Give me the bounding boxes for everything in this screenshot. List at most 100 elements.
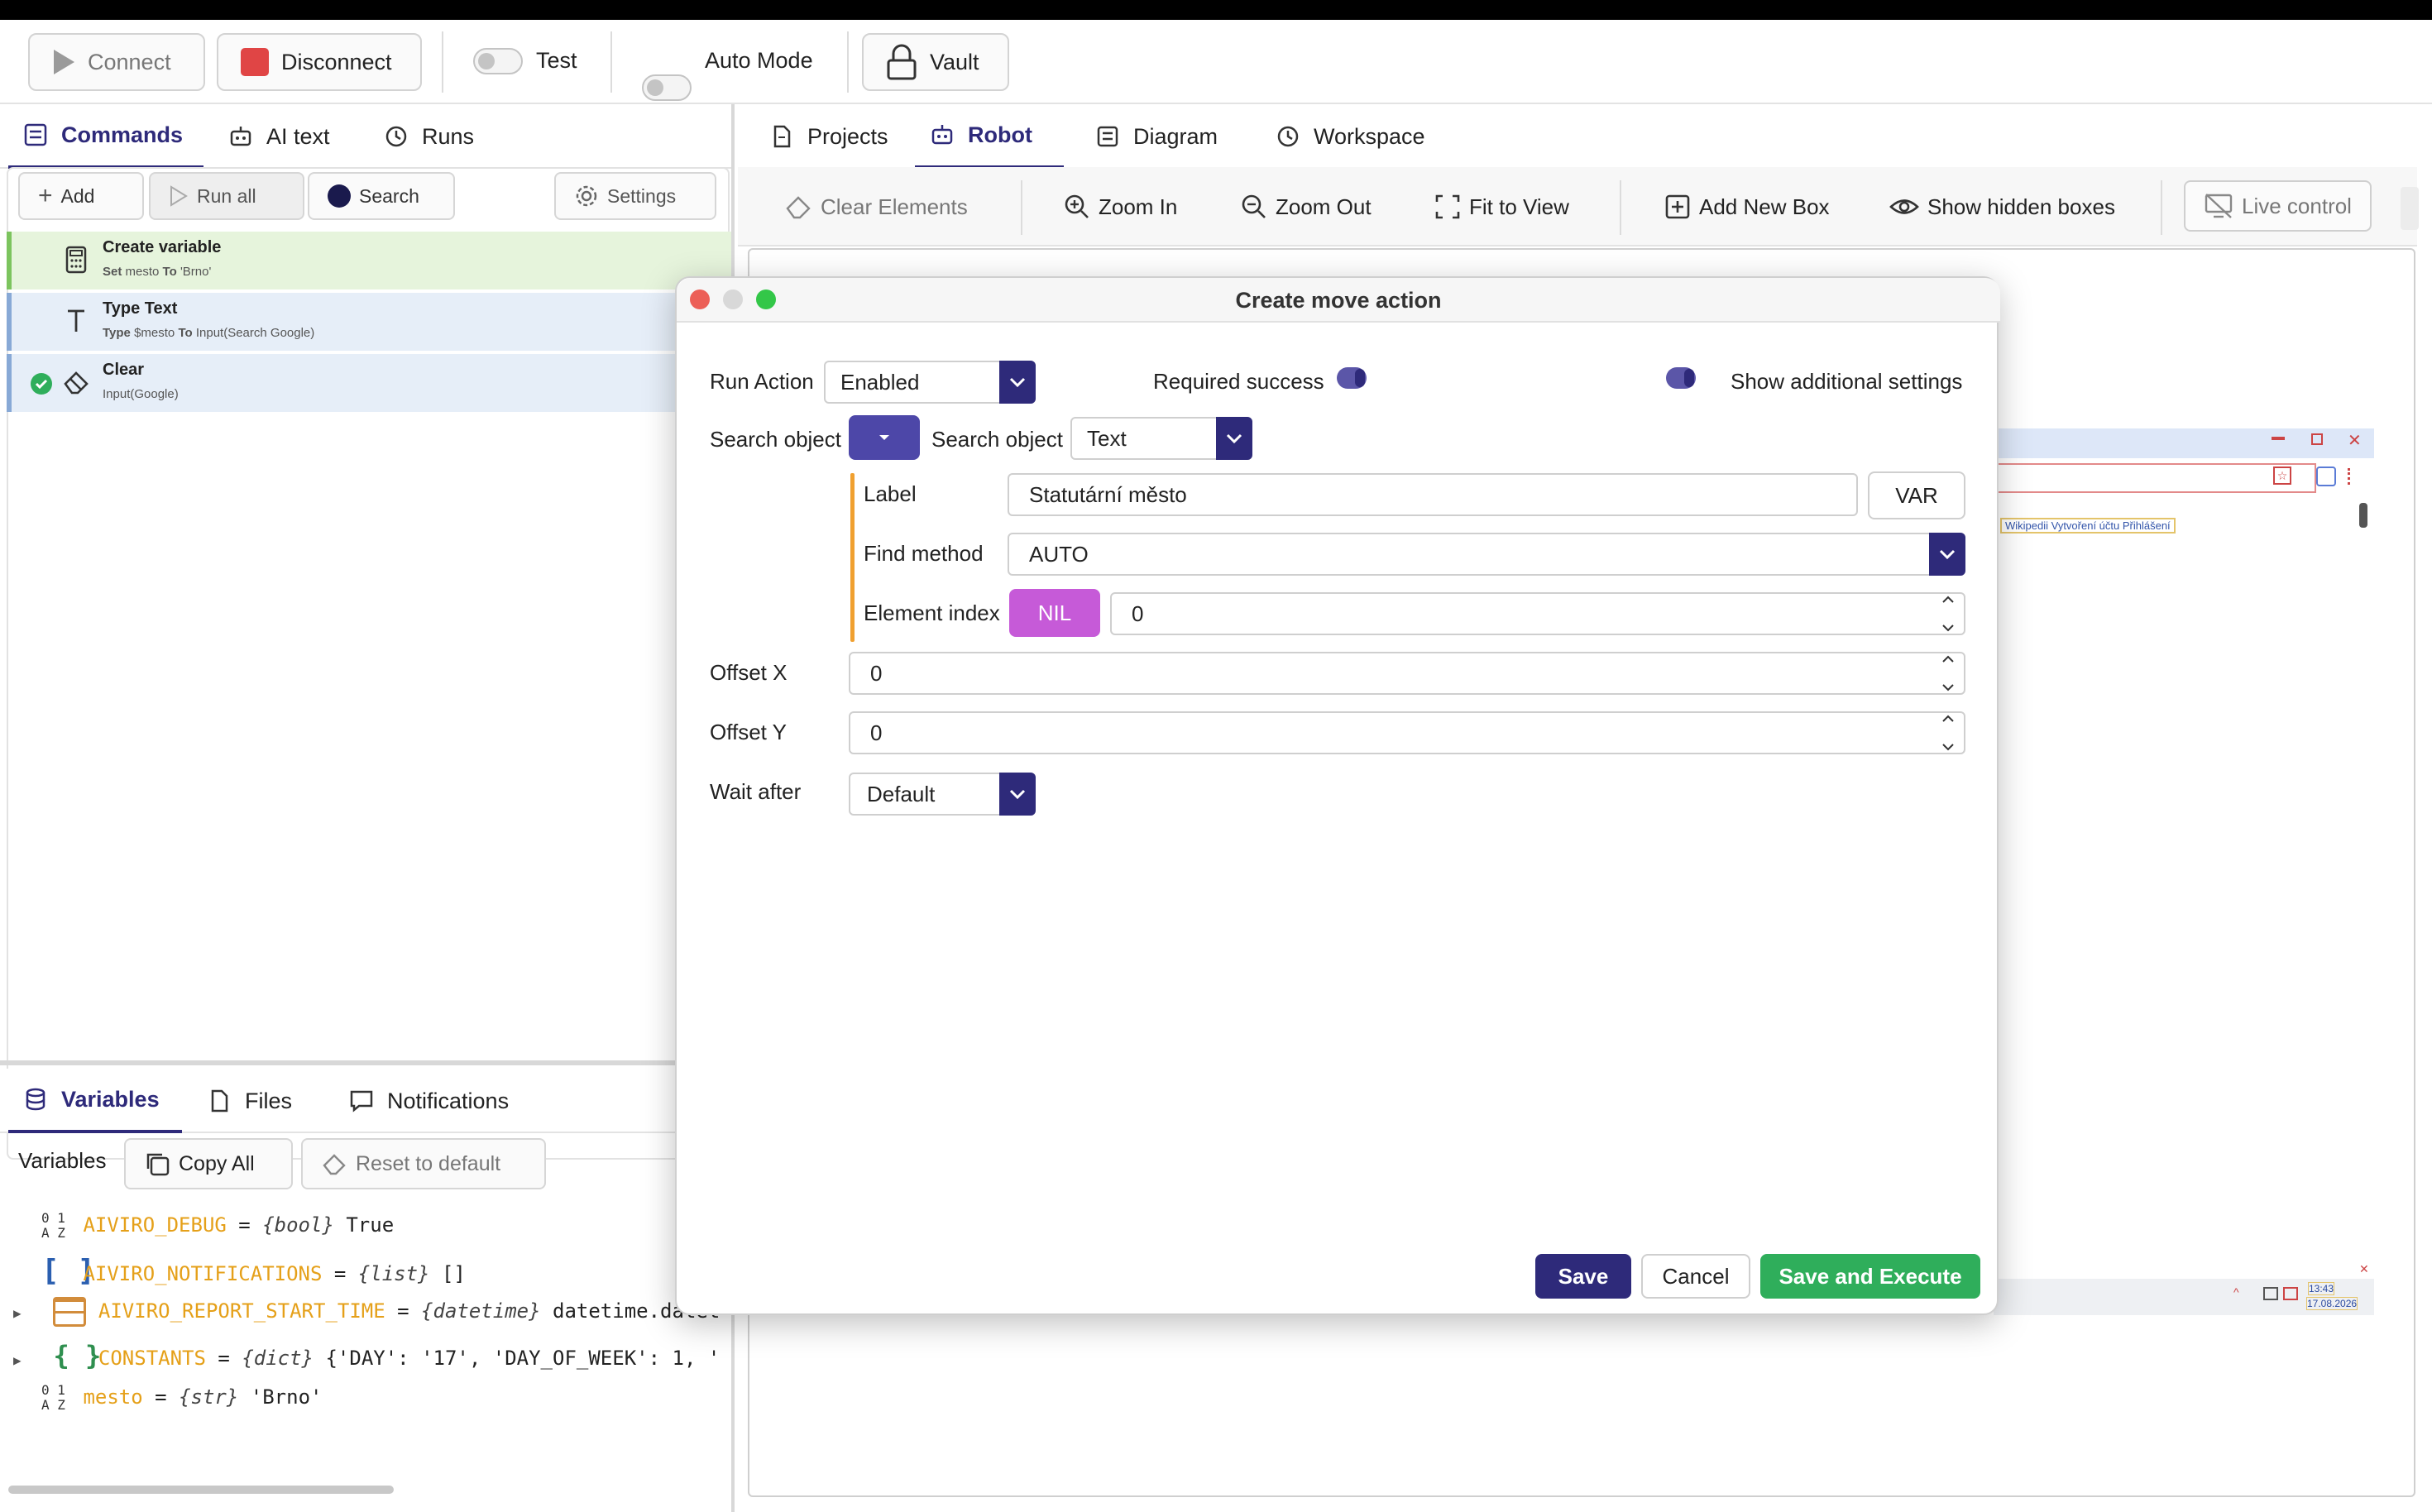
left-panel: Commands AI text Runs + Add Run all Sear… xyxy=(0,104,735,1512)
reset-to-default-button[interactable]: Reset to default xyxy=(301,1138,546,1189)
nil-button[interactable]: NIL xyxy=(1009,589,1100,637)
offset-y-label: Offset Y xyxy=(710,720,787,744)
canvas-clock-time: 13:43 xyxy=(2308,1282,2335,1295)
wait-after-select[interactable]: Default xyxy=(849,773,1036,816)
tab-diagram[interactable]: Diagram xyxy=(1080,104,1233,169)
canvas-clock-date: 17.08.2026 xyxy=(2306,1297,2358,1310)
test-label: Test xyxy=(536,48,577,73)
toolbar-overflow[interactable] xyxy=(2401,187,2419,230)
cancel-button[interactable]: Cancel xyxy=(1641,1254,1750,1299)
star-icon: ☆ xyxy=(2273,467,2291,485)
tray-arrow-icon: ^ xyxy=(2233,1285,2239,1299)
offset-y-input[interactable]: 0 xyxy=(849,711,1965,754)
variable-row[interactable]: [ ] AIVIRO_NOTIFICATIONS = {list} [] xyxy=(41,1254,466,1297)
tab-ai-text[interactable]: AI text xyxy=(213,104,345,169)
add-button[interactable]: + Add xyxy=(18,172,144,220)
tab-runs[interactable]: Runs xyxy=(369,104,489,169)
find-method-select[interactable]: AUTO xyxy=(1008,533,1965,576)
history-icon xyxy=(1277,126,1299,147)
stop-icon xyxy=(241,48,269,76)
window-close-button[interactable] xyxy=(690,289,710,309)
splitter[interactable] xyxy=(0,1060,731,1065)
settings-button[interactable]: Settings xyxy=(554,172,716,220)
stepper-icon[interactable] xyxy=(1937,596,1959,632)
search-button[interactable]: Search xyxy=(308,172,455,220)
window-zoom-button[interactable] xyxy=(756,289,776,309)
toolbar-divider xyxy=(1620,180,1621,235)
add-new-box-button[interactable]: Add New Box xyxy=(1664,182,1830,232)
toolbar-divider xyxy=(847,31,849,93)
wait-after-label: Wait after xyxy=(710,779,802,804)
stepper-icon[interactable] xyxy=(1937,715,1959,751)
toolbar-divider xyxy=(610,31,612,93)
search-object-type-select[interactable]: Text xyxy=(1070,417,1252,460)
save-button[interactable]: Save xyxy=(1535,1254,1631,1299)
list-item[interactable]: Clear Input(Google) xyxy=(7,354,731,412)
show-additional-settings-toggle[interactable] xyxy=(1664,366,1697,390)
variable-row[interactable]: 0 1A Z AIVIRO_DEBUG = {bool} True xyxy=(41,1211,394,1254)
tab-projects[interactable]: Projects xyxy=(754,104,903,169)
find-method-label: Find method xyxy=(864,541,984,566)
required-success-toggle[interactable] xyxy=(1335,366,1368,390)
search-object-label: Search object xyxy=(710,427,841,452)
right-tabbar: Projects Robot Diagram Workspace xyxy=(738,104,2417,169)
zoom-out-button[interactable]: Zoom Out xyxy=(1241,182,1372,232)
run-all-button[interactable]: Run all xyxy=(149,172,304,220)
history-icon xyxy=(385,126,407,147)
search-object-dropdown-button[interactable] xyxy=(849,415,920,460)
diagram-icon xyxy=(1097,126,1118,147)
tab-notifications[interactable]: Notifications xyxy=(334,1069,524,1133)
tab-workspace[interactable]: Workspace xyxy=(1261,104,1440,169)
auto-mode-toggle[interactable] xyxy=(642,74,692,101)
variable-row[interactable]: 0 1A Z mesto = {str} 'Brno' xyxy=(41,1383,322,1426)
element-index-input[interactable]: 0 xyxy=(1110,592,1965,635)
fit-to-view-button[interactable]: Fit to View xyxy=(1434,182,1569,232)
horizontal-scrollbar[interactable] xyxy=(8,1486,394,1494)
zoom-in-button[interactable]: Zoom In xyxy=(1064,182,1177,232)
clear-elements-button[interactable]: Clear Elements xyxy=(784,182,968,232)
canvas-taskbar: ^ 13:43 17.08.2026 xyxy=(1994,1279,2374,1315)
tab-variables[interactable]: Variables xyxy=(8,1069,182,1133)
label-input[interactable]: Statutární město xyxy=(1008,473,1858,516)
create-move-action-dialog: Create move action Run Action Enabled Re… xyxy=(675,276,2000,1315)
offset-x-label: Offset X xyxy=(710,660,788,685)
window-minimize-button[interactable] xyxy=(723,289,743,309)
file-icon xyxy=(211,1089,228,1112)
group-indicator xyxy=(850,473,855,642)
tab-files[interactable]: Files xyxy=(192,1069,307,1133)
stepper-icon[interactable] xyxy=(1937,655,1959,691)
tab-robot[interactable]: Robot xyxy=(915,104,1064,169)
variable-row[interactable]: ▶ { } CONSTANTS = {dict} {'DAY': '17', '… xyxy=(13,1340,720,1383)
fit-view-icon xyxy=(1435,194,1460,219)
live-control-button[interactable]: Live control xyxy=(2184,180,2372,232)
eraser-icon xyxy=(786,196,811,219)
eye-icon xyxy=(1889,199,1919,214)
expand-arrow-icon[interactable]: ▶ xyxy=(13,1305,41,1321)
show-hidden-boxes-button[interactable]: Show hidden boxes xyxy=(1889,182,2115,232)
binary-icon: 0 1A Z xyxy=(41,1210,65,1241)
copy-all-button[interactable]: Copy All xyxy=(124,1138,293,1189)
var-button[interactable]: VAR xyxy=(1868,471,1965,519)
calculator-icon xyxy=(65,246,87,274)
variable-row[interactable]: ▶ AIVIRO_REPORT_START_TIME = {datetime} … xyxy=(13,1297,720,1340)
offset-x-input[interactable]: 0 xyxy=(849,652,1965,695)
test-toggle[interactable] xyxy=(473,48,523,74)
list-item[interactable]: Create variable Set mesto To 'Brno' xyxy=(7,232,731,289)
extension-icon xyxy=(2316,467,2336,486)
play-icon xyxy=(54,50,74,74)
save-and-execute-button[interactable]: Save and Execute xyxy=(1760,1254,1980,1299)
run-action-select[interactable]: Enabled xyxy=(824,361,1036,404)
list-icon xyxy=(24,123,47,146)
caret-down-icon xyxy=(879,435,889,440)
list-item[interactable]: Type Text Type $mesto To Input(Search Go… xyxy=(7,293,731,351)
connect-button[interactable]: Connect xyxy=(28,33,205,91)
disconnect-button[interactable]: Disconnect xyxy=(217,33,422,91)
text-icon xyxy=(68,309,84,332)
calendar-icon xyxy=(53,1297,87,1327)
canvas-close-icon: ✕ xyxy=(2359,1262,2369,1275)
expand-arrow-icon[interactable]: ▶ xyxy=(13,1352,41,1368)
chevron-down-icon xyxy=(1929,533,1965,576)
copy-icon xyxy=(146,1153,170,1176)
vault-button[interactable]: Vault xyxy=(862,33,1009,91)
tab-commands[interactable]: Commands xyxy=(8,104,203,169)
